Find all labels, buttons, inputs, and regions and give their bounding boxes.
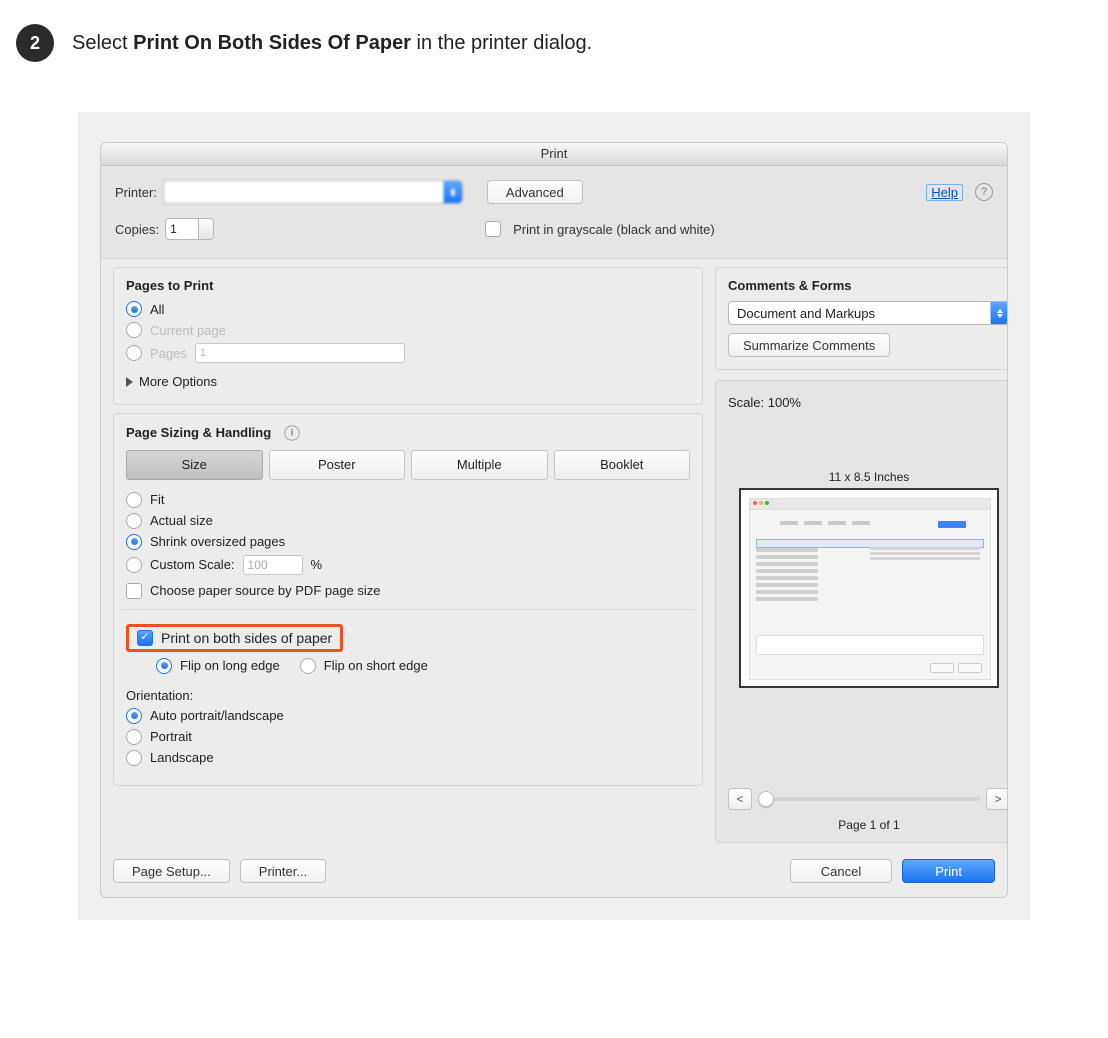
orient-auto-radio[interactable] xyxy=(126,708,142,724)
orient-landscape-label: Landscape xyxy=(150,750,214,765)
pages-range-input[interactable]: 1 xyxy=(195,343,405,363)
printer-button[interactable]: Printer... xyxy=(240,859,326,883)
orient-auto-label: Auto portrait/landscape xyxy=(150,708,284,723)
page-setup-button[interactable]: Page Setup... xyxy=(113,859,230,883)
step-bold: Print On Both Sides Of Paper xyxy=(133,32,411,54)
fit-radio[interactable] xyxy=(126,492,142,508)
flip-long-radio[interactable] xyxy=(156,658,172,674)
chevron-updown-icon[interactable] xyxy=(443,181,462,203)
step-suffix: in the printer dialog. xyxy=(411,32,592,54)
tab-size[interactable]: Size xyxy=(126,450,263,480)
flip-short-label: Flip on short edge xyxy=(324,658,428,673)
pages-to-print-panel: Pages to Print All Current page Pages 1 … xyxy=(113,267,703,405)
comments-select-value: Document and Markups xyxy=(737,306,875,321)
orient-landscape-radio[interactable] xyxy=(126,750,142,766)
copies-stepper[interactable] xyxy=(198,218,214,240)
both-sides-label: Print on both sides of paper xyxy=(161,630,332,646)
top-panel: Printer: Advanced Help ? Copies: 1 xyxy=(101,166,1007,259)
pages-range-radio[interactable] xyxy=(126,345,142,361)
comments-select[interactable]: Document and Markups xyxy=(728,301,1008,325)
actual-radio[interactable] xyxy=(126,513,142,529)
more-options-label: More Options xyxy=(139,374,217,389)
preview-size-caption: 11 x 8.5 Inches xyxy=(728,470,1008,484)
tab-poster[interactable]: Poster xyxy=(269,450,406,480)
dialog-footer: Page Setup... Printer... Cancel Print xyxy=(101,855,1007,897)
orientation-label: Orientation: xyxy=(126,688,690,703)
slider-knob[interactable] xyxy=(758,791,774,807)
page-slider[interactable] xyxy=(758,797,980,801)
both-sides-highlight: Print on both sides of paper xyxy=(126,624,343,652)
screenshot-container: Print Printer: Advanced Help ? Copies: 1 xyxy=(78,112,1030,920)
instruction-step: 2 Select Print On Both Sides Of Paper in… xyxy=(0,0,1108,62)
prev-page-button[interactable]: < xyxy=(728,788,752,810)
pages-title: Pages to Print xyxy=(126,278,690,293)
sizing-panel: Page Sizing & Handling i Size Poster Mul… xyxy=(113,413,703,786)
pages-all-label: All xyxy=(150,302,164,317)
step-prefix: Select xyxy=(72,32,133,54)
percent-label: % xyxy=(311,557,323,572)
help-link[interactable]: Help xyxy=(926,184,963,201)
choose-source-label: Choose paper source by PDF page size xyxy=(150,583,381,598)
flip-short-radio[interactable] xyxy=(300,658,316,674)
custom-scale-label: Custom Scale: xyxy=(150,557,235,572)
page-indicator: Page 1 of 1 xyxy=(728,818,1008,832)
more-options-toggle[interactable]: More Options xyxy=(126,374,217,389)
printer-label: Printer: xyxy=(115,185,157,200)
cancel-button[interactable]: Cancel xyxy=(790,859,892,883)
dialog-title: Print xyxy=(101,143,1007,166)
tab-booklet[interactable]: Booklet xyxy=(554,450,691,480)
shrink-radio[interactable] xyxy=(126,534,142,550)
grayscale-checkbox[interactable] xyxy=(485,221,501,237)
custom-scale-radio[interactable] xyxy=(126,557,142,573)
orient-portrait-radio[interactable] xyxy=(126,729,142,745)
print-button[interactable]: Print xyxy=(902,859,995,883)
tab-multiple[interactable]: Multiple xyxy=(411,450,548,480)
sizing-title: Page Sizing & Handling xyxy=(126,425,271,440)
step-text: Select Print On Both Sides Of Paper in t… xyxy=(72,32,592,55)
summarize-comments-button[interactable]: Summarize Comments xyxy=(728,333,890,357)
shrink-label: Shrink oversized pages xyxy=(150,534,285,549)
actual-label: Actual size xyxy=(150,513,213,528)
print-dialog: Print Printer: Advanced Help ? Copies: 1 xyxy=(100,142,1008,898)
disclosure-triangle-icon xyxy=(126,377,133,387)
comments-panel: Comments & Forms Document and Markups Su… xyxy=(715,267,1008,370)
next-page-button[interactable]: > xyxy=(986,788,1008,810)
grayscale-label: Print in grayscale (black and white) xyxy=(513,222,715,237)
orient-portrait-label: Portrait xyxy=(150,729,192,744)
info-icon[interactable]: i xyxy=(285,425,300,440)
advanced-button[interactable]: Advanced xyxy=(487,180,583,204)
pages-all-radio[interactable] xyxy=(126,301,142,317)
custom-scale-input[interactable]: 100 xyxy=(243,555,303,575)
choose-source-checkbox[interactable] xyxy=(126,583,142,599)
preview-panel: Scale: 100% 11 x 8.5 Inches xyxy=(715,380,1008,843)
step-number-badge: 2 xyxy=(16,24,54,62)
flip-long-label: Flip on long edge xyxy=(180,658,280,673)
pages-current-label: Current page xyxy=(150,323,226,338)
copies-label: Copies: xyxy=(115,222,159,237)
fit-label: Fit xyxy=(150,492,164,507)
printer-select[interactable] xyxy=(163,180,463,204)
page-thumbnail xyxy=(739,488,999,688)
chevron-updown-icon[interactable] xyxy=(990,302,1008,324)
pages-current-radio[interactable] xyxy=(126,322,142,338)
scale-label: Scale: 100% xyxy=(728,395,1008,410)
comments-title: Comments & Forms xyxy=(728,278,1008,293)
help-icon[interactable]: ? xyxy=(975,183,993,201)
both-sides-checkbox[interactable] xyxy=(137,630,153,646)
pages-range-label: Pages xyxy=(150,346,187,361)
